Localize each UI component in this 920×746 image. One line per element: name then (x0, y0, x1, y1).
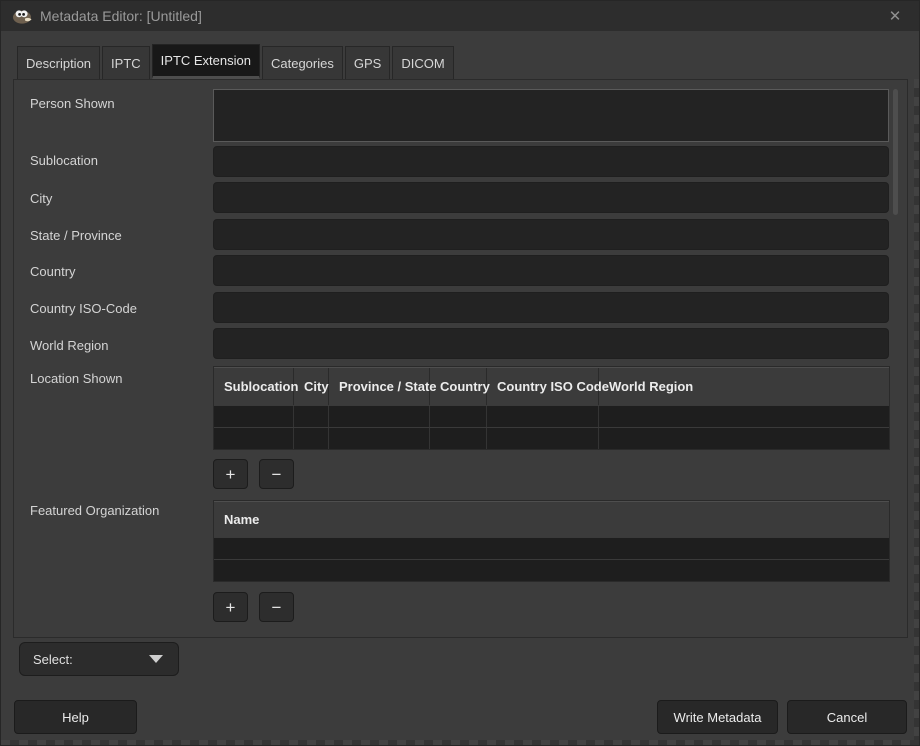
featured-organization-add-button[interactable]: + (213, 592, 248, 622)
label-featured-organization: Featured Organization (30, 503, 159, 518)
person-shown-textarea[interactable] (213, 89, 889, 142)
label-location-shown: Location Shown (30, 371, 123, 386)
titlebar: Metadata Editor: [Untitled] ✕ (1, 1, 919, 31)
vertical-scrollbar-thumb[interactable] (893, 89, 898, 215)
column-header-country: Country (430, 368, 487, 405)
column-header-city: City (294, 368, 329, 405)
cancel-button[interactable]: Cancel (787, 700, 907, 734)
gimp-wilber-icon (12, 8, 32, 24)
label-country: Country (30, 264, 76, 279)
label-world-region: World Region (30, 338, 109, 353)
table-row[interactable] (214, 559, 889, 581)
country-input[interactable] (213, 255, 889, 286)
state-province-input[interactable] (213, 219, 889, 250)
column-header-country-iso-code: Country ISO Code (487, 368, 599, 405)
tab-gps[interactable]: GPS (345, 46, 390, 79)
location-shown-table-header: Sublocation City Province / State Countr… (214, 367, 889, 405)
tab-iptc-extension[interactable]: IPTC Extension (152, 44, 260, 79)
city-input[interactable] (213, 182, 889, 213)
featured-organization-table: Name (213, 500, 890, 582)
column-header-sublocation: Sublocation (214, 368, 294, 405)
column-header-province-state: Province / State (329, 368, 430, 405)
location-shown-add-button[interactable]: + (213, 459, 248, 489)
label-country-iso-code: Country ISO-Code (30, 301, 137, 316)
help-button[interactable]: Help (14, 700, 137, 734)
tab-iptc[interactable]: IPTC (102, 46, 150, 79)
metadata-editor-window: Metadata Editor: [Untitled] ✕ Descriptio… (0, 0, 920, 746)
label-sublocation: Sublocation (30, 153, 98, 168)
chevron-down-icon (149, 655, 163, 663)
table-row[interactable] (214, 427, 889, 449)
featured-organization-remove-button[interactable]: − (259, 592, 294, 622)
tab-dicom[interactable]: DICOM (392, 46, 453, 79)
column-header-name: Name (214, 502, 889, 537)
location-shown-table: Sublocation City Province / State Countr… (213, 366, 890, 450)
tab-categories[interactable]: Categories (262, 46, 343, 79)
tab-bar: Description IPTC IPTC Extension Categori… (17, 44, 454, 79)
select-dropdown[interactable]: Select: (19, 642, 179, 676)
location-shown-remove-button[interactable]: − (259, 459, 294, 489)
label-state-province: State / Province (30, 228, 122, 243)
tab-description[interactable]: Description (17, 46, 100, 79)
window-title: Metadata Editor: [Untitled] (40, 8, 202, 24)
select-dropdown-label: Select: (33, 652, 73, 667)
featured-organization-table-header: Name (214, 501, 889, 537)
table-row[interactable] (214, 537, 889, 559)
sublocation-input[interactable] (213, 146, 889, 177)
label-person-shown: Person Shown (30, 96, 115, 111)
country-iso-code-input[interactable] (213, 292, 889, 323)
window-right-edge (914, 79, 920, 740)
label-city: City (30, 191, 52, 206)
world-region-input[interactable] (213, 328, 889, 359)
table-row[interactable] (214, 405, 889, 427)
column-header-world-region: World Region (599, 368, 889, 405)
write-metadata-button[interactable]: Write Metadata (657, 700, 778, 734)
close-icon[interactable]: ✕ (883, 1, 907, 31)
window-bottom-edge (1, 740, 919, 746)
